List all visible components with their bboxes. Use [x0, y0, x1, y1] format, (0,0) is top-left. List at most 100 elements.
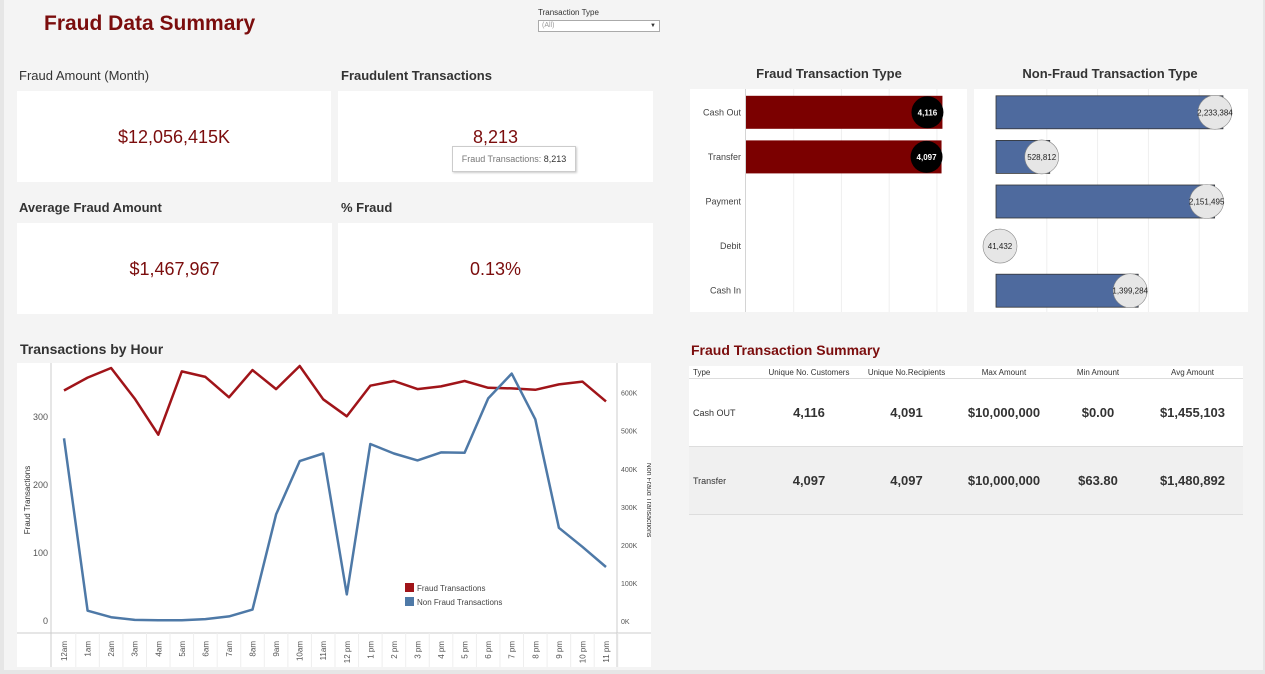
x-tick-label: 10am	[296, 641, 305, 661]
fraud-type-chart-title: Fraud Transaction Type	[756, 66, 902, 81]
cell-recipients: 4,097	[859, 446, 954, 515]
col-header-max[interactable]: Max Amount	[954, 366, 1054, 379]
bar-value-label: 2,151,495	[1189, 198, 1225, 207]
x-tick-label: 1 pm	[366, 641, 375, 659]
x-tick-label: 6am	[201, 641, 210, 657]
x-tick-label: 8 pm	[531, 641, 540, 659]
tooltip-label: Fraud Transactions:	[461, 154, 542, 164]
cell-customers: 4,116	[793, 405, 825, 420]
y-tick-label: 200	[33, 480, 48, 490]
bar[interactable]	[995, 95, 1224, 130]
category-label: Debit	[720, 241, 742, 251]
bar-value-label: 2,233,384	[1197, 108, 1233, 117]
legend-swatch	[405, 597, 414, 606]
cell-max: $10,000,000	[967, 405, 1041, 420]
kpi-value-fraud-transactions: 8,213	[472, 127, 519, 147]
legend-swatch	[405, 583, 414, 592]
col-header-recipients[interactable]: Unique No.Recipients	[859, 366, 954, 379]
kpi-value-pct-fraud: 0.13%	[469, 259, 522, 279]
x-tick-label: 2 pm	[390, 641, 399, 659]
tooltip: Fraud Transactions: 8,213	[452, 146, 576, 172]
y2-tick-label: 0K	[621, 619, 630, 626]
col-header-customers[interactable]: Unique No. Customers	[759, 366, 859, 379]
filter-label: Transaction Type	[538, 8, 599, 17]
cell-customers: 4,097	[759, 446, 859, 515]
bar-value-label: 4,097	[917, 153, 938, 162]
x-tick-label: 11am	[319, 641, 328, 661]
x-tick-label: 3 pm	[413, 641, 422, 659]
kpi-label-fraud-amount: Fraud Amount (Month)	[19, 68, 150, 83]
cell-max: $10,000,000	[954, 446, 1054, 515]
bar-value-label: 41,432	[988, 242, 1013, 251]
kpi-value-avg-fraud: $1,467,967	[129, 259, 220, 279]
category-label: Payment	[705, 197, 741, 207]
summary-title: Fraud Transaction Summary	[691, 342, 881, 358]
bar-value-label: 1,399,284	[1112, 287, 1148, 296]
category-label: Cash Out	[703, 107, 742, 117]
cell-recipients: 4,091	[890, 405, 923, 420]
x-tick-label: 4 pm	[437, 641, 446, 659]
summary-header-row: Type Unique No. Customers Unique No.Reci…	[689, 366, 1243, 379]
x-tick-label: 4am	[154, 641, 163, 657]
y-tick-label: 0	[43, 616, 48, 626]
x-tick-label: 7 pm	[508, 641, 517, 659]
cell-avg: $1,455,103	[1159, 405, 1226, 420]
kpi-card-fraud-amount[interactable]: $12,056,415K	[17, 91, 331, 182]
x-tick-label: 12am	[60, 641, 69, 661]
transaction-type-filter[interactable]: (All) ▼	[538, 20, 660, 32]
x-tick-label: 2am	[107, 641, 116, 657]
x-tick-label: 9am	[272, 641, 281, 657]
filter-value: (All)	[542, 22, 555, 29]
kpi-value-fraud-amount: $12,056,415K	[117, 127, 231, 147]
x-tick-label: 5 pm	[461, 641, 470, 659]
y-tick-label: 100	[33, 548, 48, 558]
x-tick-label: 5am	[178, 641, 187, 657]
chevron-down-icon[interactable]: ▼	[650, 21, 656, 31]
y2-tick-label: 100K	[621, 581, 638, 588]
x-tick-label: 1am	[84, 641, 93, 657]
table-row[interactable]: Cash OUT 4,116 4,091 $10,000,000 $0.00 $…	[689, 379, 1243, 447]
cell-type: Cash OUT	[693, 407, 736, 418]
x-tick-label: 6 pm	[484, 641, 493, 659]
kpi-label-avg-fraud: Average Fraud Amount	[19, 200, 162, 215]
cell-min: $63.80	[1054, 446, 1142, 515]
y2-tick-label: 400K	[621, 467, 638, 474]
table-row[interactable]: Transfer 4,097 4,097 $10,000,000 $63.80 …	[689, 446, 1243, 515]
hour-chart-title: Transactions by Hour	[20, 341, 164, 357]
x-tick-label: 11 pm	[602, 641, 611, 663]
x-tick-label: 3am	[131, 641, 140, 657]
hour-chart: 0 100 200 300 0K 100K 200K 300K 400K 500K 600K Frau…	[17, 363, 651, 667]
category-label: Transfer	[708, 152, 741, 162]
y2-tick-label: 600K	[621, 391, 638, 398]
y2-tick-label: 500K	[621, 429, 638, 436]
kpi-label-pct-fraud: % Fraud	[341, 200, 393, 215]
bar-value-label: 4,116	[918, 108, 938, 117]
nonfraud-type-chart-title: Non-Fraud Transaction Type	[1022, 66, 1198, 81]
y-axis-title: Fraud Transactions	[23, 466, 32, 534]
y2-tick-label: 300K	[621, 505, 638, 512]
kpi-card-avg-fraud[interactable]: $1,467,967	[17, 223, 332, 314]
bar[interactable]	[995, 184, 1216, 219]
legend-label: Non Fraud Transactions	[417, 598, 502, 607]
cell-type: Transfer	[689, 446, 759, 515]
transaction-type-charts: Cash Out Transfer Payment Debit Cash In 4,11…	[690, 89, 1248, 312]
summary-table: Type Unique No. Customers Unique No.Reci…	[689, 366, 1243, 515]
kpi-card-pct-fraud[interactable]: 0.13%	[338, 223, 653, 314]
page-title: Fraud Data Summary	[44, 12, 256, 35]
x-tick-label: 8am	[249, 641, 258, 657]
col-header-type[interactable]: Type	[689, 366, 759, 379]
cell-avg: $1,480,892	[1142, 446, 1243, 515]
y2-tick-label: 200K	[621, 543, 638, 550]
y-tick-label: 300	[33, 412, 48, 422]
bar-value-label: 528,812	[1027, 153, 1056, 162]
x-tick-label: 7am	[225, 641, 234, 657]
y2-axis-title: Non Fraud Transactions	[645, 463, 651, 538]
legend-label: Fraud Transactions	[417, 584, 485, 593]
category-label: Cash In	[710, 286, 741, 296]
x-tick-label: 10 pm	[578, 641, 587, 664]
kpi-label-fraud-transactions: Fraudulent Transactions	[341, 68, 492, 83]
tooltip-value: 8,213	[543, 154, 567, 164]
col-header-avg[interactable]: Avg Amount	[1142, 366, 1243, 379]
col-header-min[interactable]: Min Amount	[1054, 366, 1142, 379]
cell-min: $0.00	[1081, 405, 1115, 420]
